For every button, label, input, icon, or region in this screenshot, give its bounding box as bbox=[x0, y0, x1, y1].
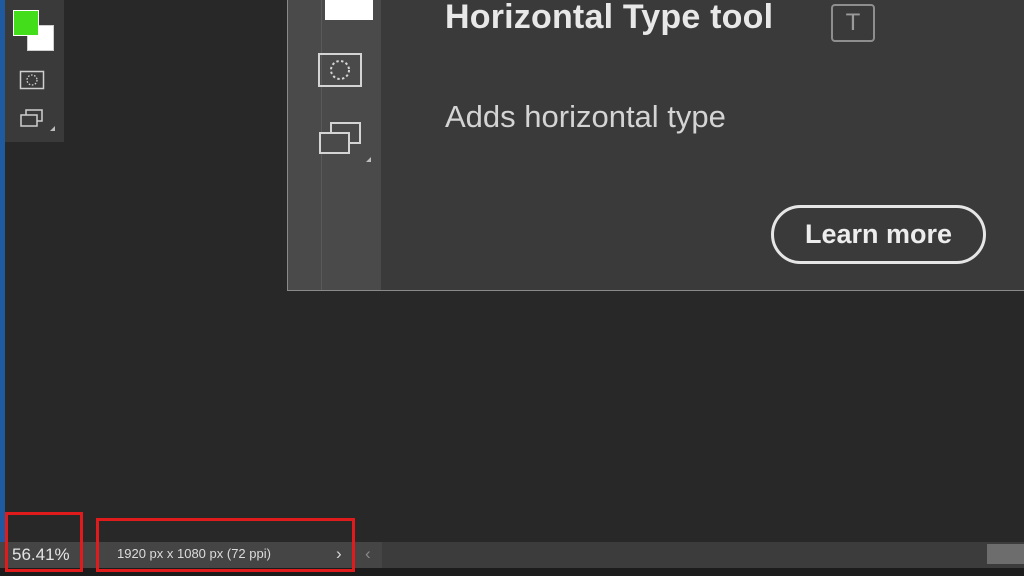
tool-name-heading: Horizontal Type tool bbox=[445, 0, 774, 36]
left-toolbar bbox=[5, 0, 64, 142]
quick-mask-icon[interactable] bbox=[18, 69, 46, 91]
horizontal-scrollbar-track[interactable] bbox=[382, 542, 1024, 568]
screen-mode-icon[interactable] bbox=[18, 107, 46, 129]
learn-more-button[interactable]: Learn more bbox=[771, 205, 986, 264]
zoom-highlight-box bbox=[5, 512, 83, 572]
tool-description: Adds horizontal type bbox=[445, 99, 726, 134]
photoshop-workspace: Horizontal Type tool T Adds horizontal t… bbox=[0, 0, 1024, 576]
document-info-highlight-box bbox=[96, 518, 355, 572]
horizontal-scrollbar-thumb[interactable] bbox=[987, 544, 1024, 564]
tooltip-background-swatch bbox=[325, 0, 373, 20]
tooltip-toolstrip bbox=[288, 0, 381, 290]
tooltip-quick-mask-icon bbox=[315, 50, 365, 90]
tool-tooltip-panel: Horizontal Type tool T Adds horizontal t… bbox=[287, 0, 1024, 291]
scroll-left-arrow-icon[interactable]: ‹ bbox=[365, 544, 371, 564]
tooltip-flyout-indicator bbox=[366, 157, 371, 162]
foreground-color-swatch[interactable] bbox=[13, 10, 39, 36]
tooltip-screen-mode-icon bbox=[315, 118, 365, 158]
shortcut-key-badge: T bbox=[831, 4, 875, 42]
screen-mode-flyout-indicator bbox=[50, 126, 55, 131]
